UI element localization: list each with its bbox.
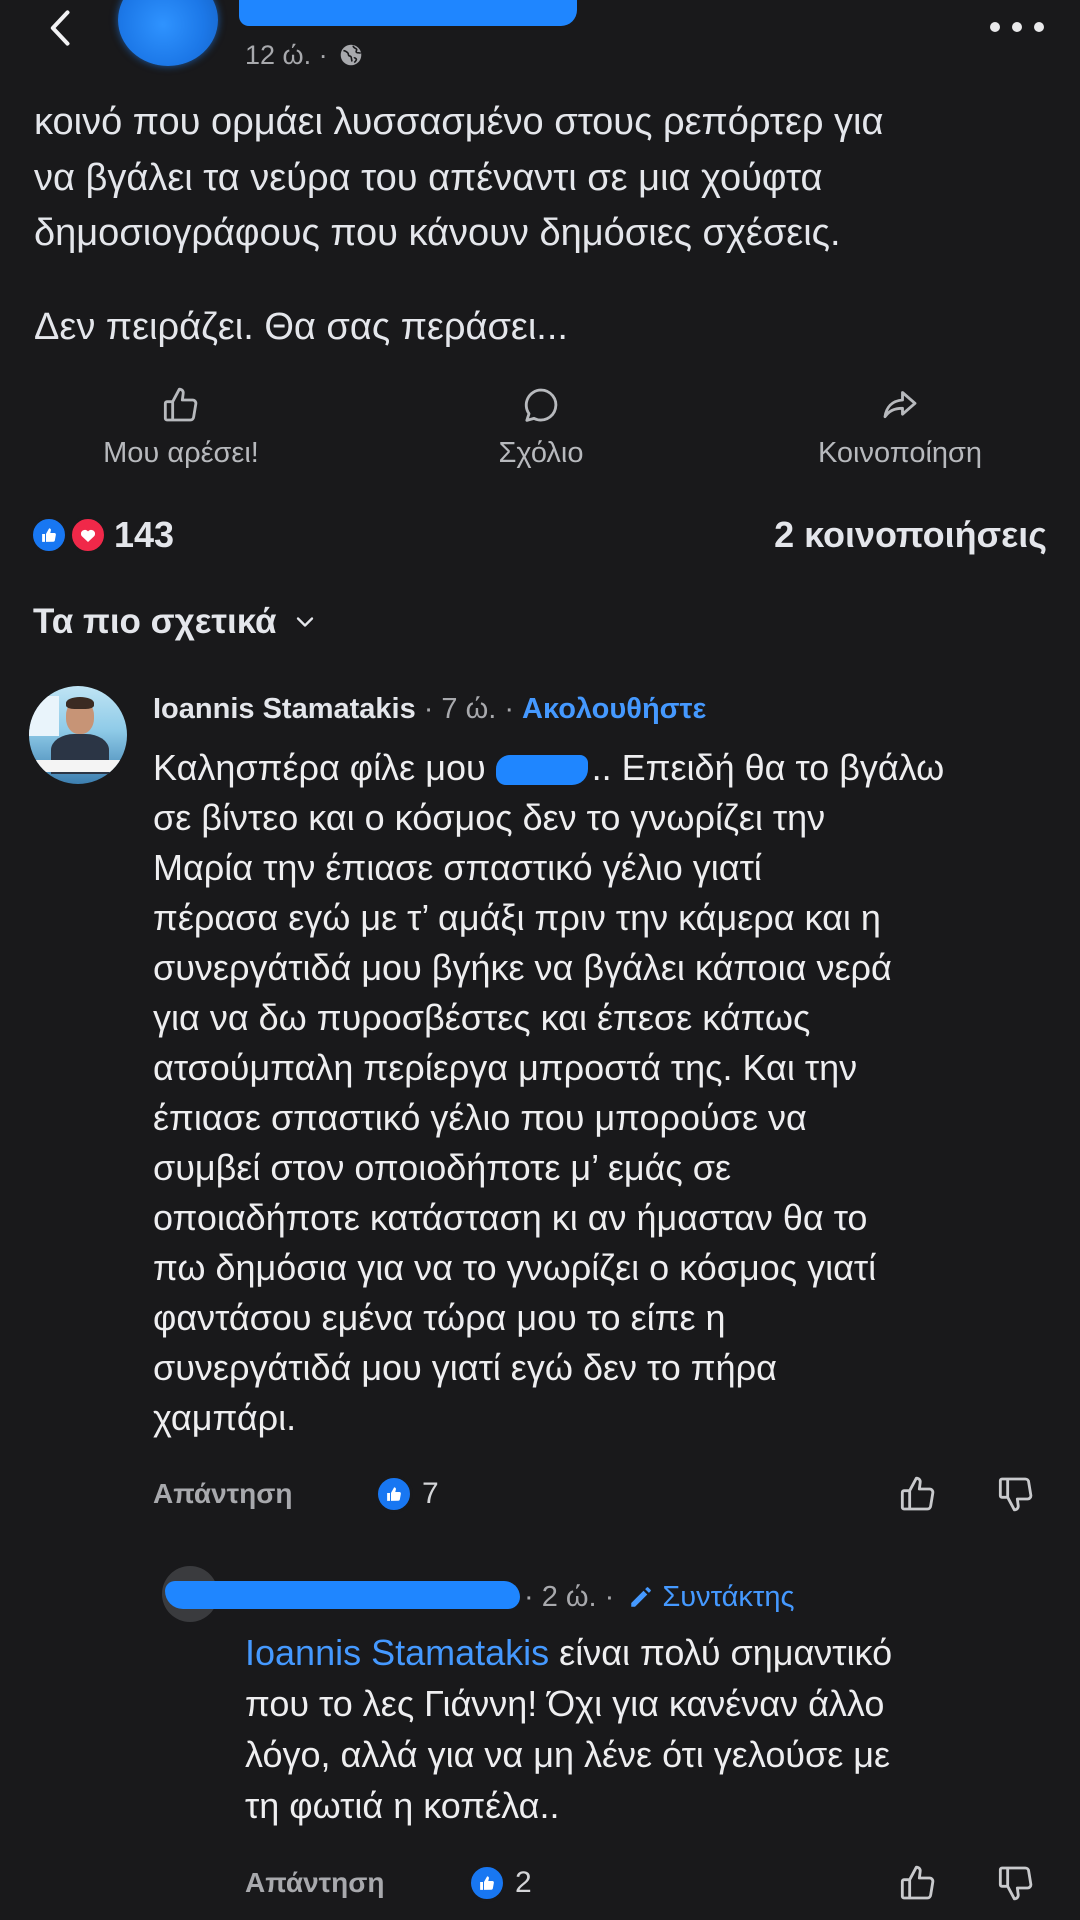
comment-line: Καλησπέρα φίλε μου .. Επειδή θα το βγάλω	[153, 743, 944, 793]
comment-line-start: Καλησπέρα φίλε μου	[153, 747, 486, 788]
comment-line: πέρασα εγώ με τ’ αμάξι πριν την κάμερα κ…	[153, 897, 881, 938]
comment-line: Μαρία την έπιασε σπαστικό γέλιο γιατί	[153, 847, 762, 888]
reply-like-badge-icon[interactable]	[468, 1864, 506, 1902]
comment-button-label: Σχόλιο	[498, 437, 584, 469]
back-chevron-icon[interactable]	[40, 6, 84, 50]
comment-text: Καλησπέρα φίλε μου.. Επειδή θα το βγάλω …	[153, 743, 944, 1443]
thumbs-up-icon[interactable]	[898, 1863, 938, 1903]
comment-line: πω δημόσια για να το γνωρίζει ο κόσμος γ…	[153, 1247, 877, 1288]
reply-text: Ioannis Stamatakis είναι πολύ σημαντικό π…	[245, 1627, 892, 1831]
reply-line: Ioannis Stamatakis είναι πολύ σημαντικό	[245, 1627, 892, 1678]
reply-button[interactable]: Απάντηση	[245, 1863, 385, 1903]
reply-timestamp: · 2 ώ. ·	[524, 1581, 615, 1613]
comment-header: Ioannis Stamatakis · 7 ώ. · Ακολουθήστε	[153, 690, 706, 728]
comment-line: έπιασε σπαστικό γέλιο που μπορούσε να	[153, 1097, 807, 1138]
like-button[interactable]: Μου αρέσει!	[31, 385, 331, 485]
dot	[1034, 22, 1044, 32]
like-outline-icon	[161, 385, 201, 425]
editor-badge-label: Συντάκτης	[662, 1581, 795, 1613]
reply-author-redaction[interactable]	[165, 1581, 520, 1609]
reply-like-count[interactable]: 2	[515, 1863, 532, 1903]
author-avatar-redacted[interactable]	[118, 0, 218, 66]
post-timestamp: 12 ώ. ·	[245, 40, 328, 70]
comment-line: χαμπάρι.	[153, 1397, 297, 1438]
reply-line-rest: είναι πολύ σημαντικό	[559, 1632, 893, 1673]
mention-redaction	[495, 755, 588, 786]
post-text-line: δημοσιογράφους που κάνουν δημόσιες σχέσε…	[34, 212, 841, 254]
thumbs-down-icon[interactable]	[996, 1863, 1036, 1903]
commenter-avatar[interactable]	[29, 686, 127, 784]
comment-line: για να δω πυροσβέστες και έπεσε κάπως	[153, 997, 811, 1038]
comment-line: συνεργάτιδά μου γιατί εγώ δεν το πήρα	[153, 1347, 777, 1388]
love-reaction-icon[interactable]	[69, 516, 107, 554]
share-icon	[880, 385, 920, 425]
comment-like-count[interactable]: 7	[422, 1474, 439, 1514]
dot	[1012, 22, 1022, 32]
pencil-icon	[628, 1584, 654, 1610]
comment-like-badge-icon[interactable]	[375, 1475, 413, 1513]
comment-timestamp: · 7 ώ. ·	[423, 693, 515, 725]
post-text-line: κοινό που ορμάει λυσσασμένο στους ρεπόρτ…	[34, 101, 884, 143]
reply-line: που το λες Γιάννη! Όχι για κανέναν άλλο	[245, 1683, 885, 1724]
globe-icon	[338, 42, 364, 68]
chevron-down-icon	[291, 608, 319, 636]
thumbs-down-icon[interactable]	[996, 1474, 1036, 1514]
comment-line: φαντάσου εμένα τώρα μου το είπε η	[153, 1297, 726, 1338]
comment-line: σε βίντεο και ο κόσμος δεν το γνωρίζει τ…	[153, 797, 826, 838]
comment-line-end: .. Επειδή θα το βγάλω	[591, 747, 945, 788]
like-button-label: Μου αρέσει!	[103, 437, 259, 469]
sort-label: Τα πιο σχετικά	[33, 602, 277, 641]
reaction-count[interactable]: 143	[114, 516, 174, 554]
author-name-redaction[interactable]	[239, 0, 577, 26]
like-reaction-icon[interactable]	[30, 516, 68, 554]
reply-button[interactable]: Απάντηση	[153, 1474, 293, 1514]
thumbs-up-icon[interactable]	[898, 1474, 938, 1514]
reply-line: τη φωτιά η κοπέλα..	[245, 1785, 560, 1826]
mention-link[interactable]: Ioannis Stamatakis	[245, 1632, 549, 1673]
avatar-caption-strip	[29, 760, 127, 772]
post-text-line: να βγάλει τα νεύρα του απέναντι σε μια χ…	[34, 157, 823, 199]
comment-line: συνεργάτιδά μου βγήκε να βγάλει κάποια ν…	[153, 947, 892, 988]
post-text-line: Δεν πειράζει. Θα σας περάσει...	[34, 306, 568, 348]
avatar-studio-screen	[29, 696, 59, 736]
reply-line: λόγο, αλλά για να μη λένε ότι γελούσε με	[245, 1734, 891, 1775]
share-button[interactable]: Κοινοποίηση	[750, 385, 1050, 485]
post-meta: 12 ώ. ·	[245, 39, 364, 71]
editor-badge: Συντάκτης	[628, 1578, 795, 1616]
comment-icon	[521, 385, 561, 425]
share-count[interactable]: 2 κοινοποιήσεις	[774, 516, 1047, 554]
more-dots-icon[interactable]	[990, 16, 1044, 38]
reply-header: · 2 ώ. · Συντάκτης	[524, 1578, 795, 1616]
follow-link[interactable]: Ακολουθήστε	[522, 690, 706, 728]
comment-button[interactable]: Σχόλιο	[391, 385, 691, 485]
comment-line: συμβεί στον οποιοδήποτε μ’ εμάς σε	[153, 1147, 732, 1188]
comment-sort-dropdown[interactable]: Τα πιο σχετικά	[33, 600, 319, 644]
comment-line: ατσούμπαλη περίεργα μπροστά της. Και την	[153, 1047, 858, 1088]
avatar-hair	[66, 697, 94, 709]
dot	[990, 22, 1000, 32]
share-button-label: Κοινοποίηση	[817, 437, 983, 469]
commenter-name[interactable]: Ioannis Stamatakis	[153, 690, 416, 728]
comment-line: οποιαδήποτε κατάσταση κι αν ήμασταν θα τ…	[153, 1197, 868, 1238]
